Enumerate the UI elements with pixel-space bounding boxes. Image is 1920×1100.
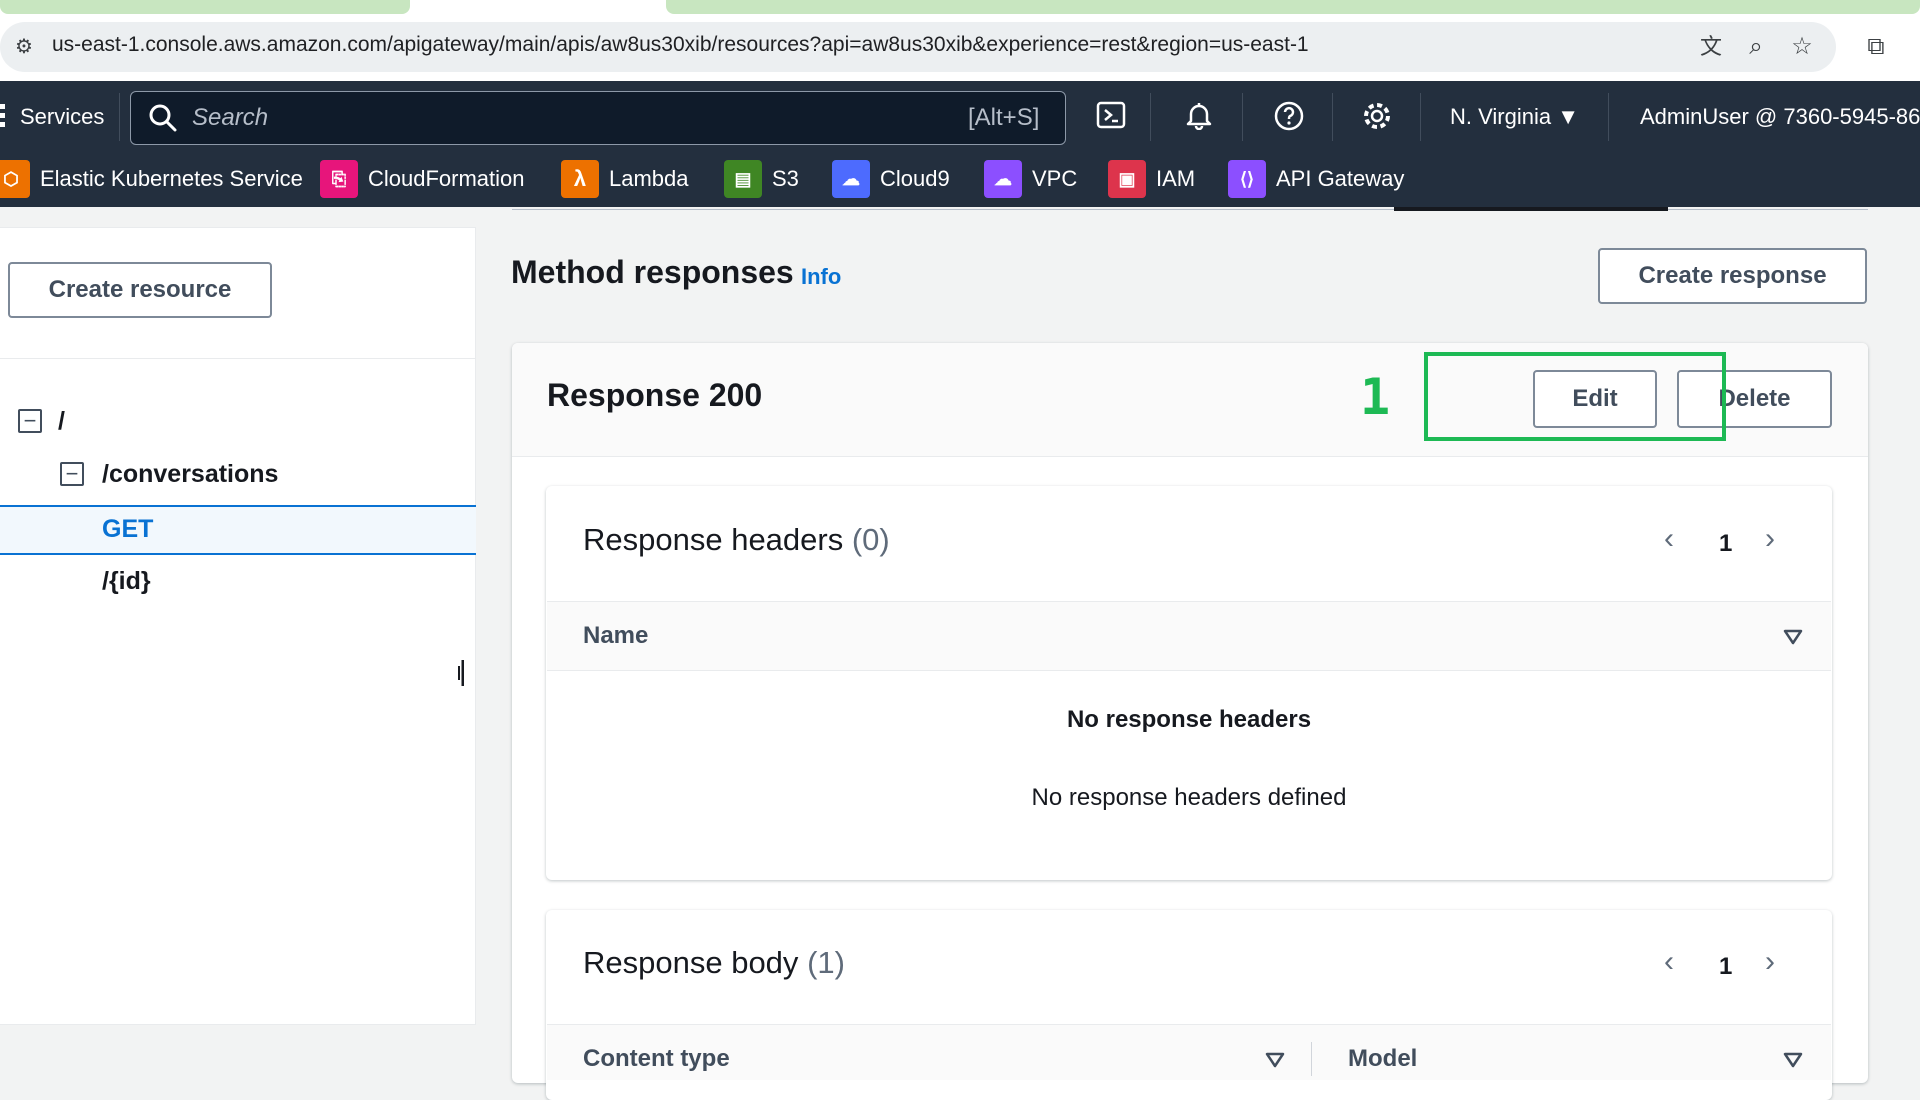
favorite-eks[interactable]: ⬡ Elastic Kubernetes Service [0, 160, 303, 198]
tree-item-root[interactable]: / [58, 407, 65, 436]
collapse-toggle-icon[interactable]: − [18, 409, 42, 433]
nav-divider [1608, 93, 1609, 141]
response-headers-title: Response headers (0) [583, 522, 890, 558]
column-header-name[interactable]: Name [583, 622, 648, 650]
favorite-iam[interactable]: ▣ IAM [1108, 160, 1195, 198]
caret-down-icon: ▼ [1557, 104, 1579, 129]
pagination-next-icon[interactable]: › [1765, 522, 1775, 556]
s3-icon: ▤ [724, 160, 762, 198]
annotation-step-number: 1 [1360, 368, 1391, 426]
pagination-prev-icon[interactable]: ‹ [1664, 522, 1674, 556]
pagination-page-number[interactable]: 1 [1719, 530, 1732, 558]
favorite-label: IAM [1156, 166, 1196, 191]
response-headers-count: (0) [851, 522, 890, 557]
column-divider [1311, 1042, 1312, 1076]
table-header-row [547, 1024, 1831, 1080]
response-headers-label: Response headers [583, 522, 844, 557]
sort-caret-icon[interactable] [1265, 1051, 1285, 1069]
favorite-label: S3 [772, 166, 799, 191]
active-tab-indicator [1394, 207, 1668, 211]
empty-state-title: No response headers [1066, 706, 1312, 733]
api-gateway-icon: ⟨⟩ [1228, 160, 1266, 198]
iam-icon: ▣ [1108, 160, 1146, 198]
favorite-label: Elastic Kubernetes Service [40, 166, 303, 191]
bookmark-star-icon[interactable]: ☆ [1786, 32, 1818, 62]
response-body-label: Response body [583, 945, 799, 980]
favorite-label: Cloud9 [880, 166, 950, 191]
annotation-highlight-box [1424, 352, 1726, 441]
info-link[interactable]: Info [801, 264, 841, 290]
favorite-lambda[interactable]: λ Lambda [561, 160, 689, 198]
url-text[interactable]: us-east-1.console.aws.amazon.com/apigate… [52, 33, 1309, 57]
pagination-next-icon[interactable]: › [1765, 945, 1775, 979]
favorite-api-gateway[interactable]: ⟨⟩ API Gateway [1228, 160, 1404, 198]
nav-divider [1420, 93, 1421, 141]
cloudshell-icon[interactable] [1094, 100, 1128, 134]
region-selector[interactable]: N. Virginia ▼ [1450, 104, 1579, 130]
site-settings-icon[interactable]: ⚙ [8, 32, 40, 62]
column-header-content-type[interactable]: Content type [583, 1045, 730, 1073]
sort-caret-icon[interactable] [1783, 1051, 1803, 1069]
resources-panel [0, 227, 476, 1025]
panel-resize-handle[interactable] [458, 660, 464, 686]
nav-divider [119, 93, 120, 141]
browser-tab[interactable] [0, 0, 410, 14]
eks-icon: ⬡ [0, 160, 30, 198]
collapse-toggle-icon[interactable]: − [60, 462, 84, 486]
favorite-label: Lambda [609, 166, 689, 191]
search-shortcut-hint: [Alt+S] [968, 104, 1040, 131]
sort-caret-icon[interactable] [1783, 628, 1803, 646]
region-label: N. Virginia [1450, 104, 1552, 129]
create-response-button[interactable]: Create response [1598, 248, 1867, 304]
create-resource-button[interactable]: Create resource [8, 262, 272, 318]
tree-item-id[interactable]: /{id} [102, 567, 151, 596]
table-header-row [547, 601, 1831, 671]
help-icon[interactable] [1272, 100, 1306, 134]
response-200-title: Response 200 [547, 377, 763, 413]
lambda-icon: λ [561, 160, 599, 198]
favorite-cloudformation[interactable]: ⎘ CloudFormation [320, 160, 525, 198]
tree-item-get-selected[interactable] [0, 505, 476, 555]
response-body-title: Response body (1) [583, 945, 845, 981]
search-icon [148, 103, 178, 133]
favorite-label: CloudFormation [368, 166, 525, 191]
account-menu[interactable]: AdminUser @ 7360-5945-86 [1640, 104, 1920, 130]
empty-state-description: No response headers defined [1031, 784, 1347, 811]
panel-divider [0, 358, 476, 359]
favorite-label: VPC [1032, 166, 1078, 191]
extensions-icon[interactable]: ⧉ [1860, 32, 1892, 62]
column-header-model[interactable]: Model [1348, 1045, 1417, 1073]
pagination-prev-icon[interactable]: ‹ [1664, 945, 1674, 979]
cloud9-icon: ☁ [832, 160, 870, 198]
nav-divider [1332, 93, 1333, 141]
services-menu-icon[interactable] [0, 102, 6, 130]
settings-gear-icon[interactable] [1360, 100, 1394, 134]
translate-icon[interactable]: 文 [1695, 32, 1727, 62]
tree-item-get[interactable]: GET [102, 515, 153, 544]
search-placeholder: Search [192, 104, 269, 131]
nav-divider [1242, 93, 1243, 141]
nav-divider [1150, 93, 1151, 141]
method-responses-title: Method responses [511, 254, 794, 290]
search-input[interactable] [130, 91, 1066, 145]
favorite-vpc[interactable]: ☁ VPC [984, 160, 1077, 198]
favorite-label: API Gateway [1276, 166, 1405, 191]
tree-item-conversations[interactable]: /conversations [102, 460, 278, 489]
cloudformation-icon: ⎘ [320, 160, 358, 198]
zoom-icon[interactable]: ⌕ [1740, 32, 1772, 62]
services-menu-label[interactable]: Services [20, 104, 104, 130]
favorite-s3[interactable]: ▤ S3 [724, 160, 799, 198]
pagination-page-number[interactable]: 1 [1719, 953, 1732, 981]
notifications-bell-icon[interactable] [1182, 100, 1216, 134]
favorite-cloud9[interactable]: ☁ Cloud9 [832, 160, 950, 198]
vpc-icon: ☁ [984, 160, 1022, 198]
response-body-count: (1) [807, 945, 845, 980]
browser-tab[interactable] [666, 0, 1920, 14]
